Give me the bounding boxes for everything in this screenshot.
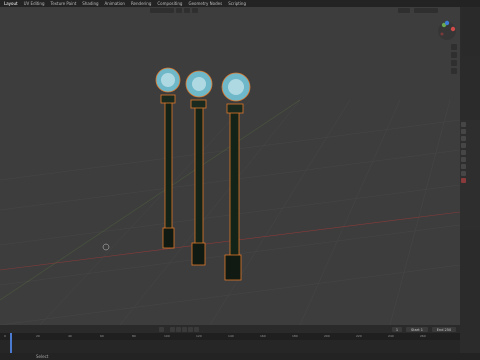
3d-cursor-icon[interactable] bbox=[102, 243, 110, 251]
view-layer-tab-icon[interactable] bbox=[461, 143, 466, 148]
tab-shading[interactable]: Shading bbox=[82, 1, 98, 6]
tab-scripting[interactable]: Scripting bbox=[228, 1, 246, 6]
transform-orientation-dropdown[interactable] bbox=[150, 8, 174, 13]
navigation-gizmo[interactable] bbox=[436, 20, 458, 42]
current-frame-field[interactable]: 1 bbox=[392, 327, 402, 332]
tab-animation[interactable]: Animation bbox=[105, 1, 125, 6]
3d-viewport[interactable] bbox=[0, 7, 460, 325]
tick-label: 260 bbox=[420, 334, 426, 338]
start-frame-field[interactable]: Start 1 bbox=[406, 327, 428, 332]
properties-tabs bbox=[460, 122, 467, 202]
render-tab-icon[interactable] bbox=[461, 129, 466, 134]
tab-rendering[interactable]: Rendering bbox=[131, 1, 151, 6]
tick-label: 0 bbox=[4, 334, 6, 338]
end-frame-field[interactable]: End 250 bbox=[432, 327, 456, 332]
start-label: Start bbox=[411, 327, 420, 332]
overlays-icon[interactable] bbox=[398, 8, 410, 13]
tick-label: 160 bbox=[260, 334, 266, 338]
zoom-icon[interactable] bbox=[451, 44, 457, 50]
street-lamp-2[interactable] bbox=[185, 70, 213, 266]
y-axis-line bbox=[0, 99, 301, 301]
street-lamp-3[interactable] bbox=[221, 72, 251, 281]
next-keyframe-icon[interactable] bbox=[188, 327, 193, 332]
end-value: 250 bbox=[444, 327, 452, 332]
workspace-bar: Layout UV Editing Texture Paint Shading … bbox=[0, 0, 480, 7]
tick-label: 100 bbox=[164, 334, 170, 338]
viewport-scene bbox=[0, 67, 460, 325]
tick-label: 120 bbox=[196, 334, 202, 338]
start-value: 1 bbox=[420, 327, 423, 332]
modifier-tab-icon[interactable] bbox=[461, 171, 466, 176]
tick-label: 40 bbox=[68, 334, 72, 338]
tab-uv-editing[interactable]: UV Editing bbox=[24, 1, 45, 6]
tool-tab-icon[interactable] bbox=[461, 122, 466, 127]
pan-icon[interactable] bbox=[451, 52, 457, 58]
jump-end-icon[interactable] bbox=[194, 327, 199, 332]
play-icon[interactable] bbox=[182, 327, 187, 332]
camera-view-icon[interactable] bbox=[451, 60, 457, 66]
world-tab-icon[interactable] bbox=[461, 157, 466, 162]
outliner[interactable] bbox=[462, 8, 480, 56]
snap-icon[interactable] bbox=[184, 8, 190, 13]
tick-label: 140 bbox=[228, 334, 234, 338]
scene-tab-icon[interactable] bbox=[461, 150, 466, 155]
tab-layout[interactable]: Layout bbox=[4, 1, 18, 6]
status-text: Select bbox=[36, 354, 49, 359]
shading-mode-buttons[interactable] bbox=[414, 8, 438, 13]
play-reverse-icon[interactable] bbox=[176, 327, 181, 332]
tick-label: 80 bbox=[132, 334, 136, 338]
tick-label: 240 bbox=[388, 334, 394, 338]
tick-label: 20 bbox=[36, 334, 40, 338]
tab-compositing[interactable]: Compositing bbox=[157, 1, 182, 6]
output-tab-icon[interactable] bbox=[461, 136, 466, 141]
tab-geometry-nodes[interactable]: Geometry Nodes bbox=[188, 1, 222, 6]
object-tab-icon[interactable] bbox=[461, 164, 466, 169]
material-tab-icon[interactable] bbox=[461, 178, 466, 183]
proportional-edit-icon[interactable] bbox=[192, 8, 198, 13]
prev-keyframe-icon[interactable] bbox=[170, 327, 175, 332]
status-bar bbox=[0, 353, 480, 360]
tick-label: 200 bbox=[324, 334, 330, 338]
tick-label: 220 bbox=[356, 334, 362, 338]
end-label: End bbox=[436, 327, 444, 332]
pivot-icon[interactable] bbox=[176, 8, 182, 13]
timeline-header bbox=[0, 325, 460, 333]
tick-label: 60 bbox=[100, 334, 104, 338]
tick-label: 180 bbox=[292, 334, 298, 338]
ortho-toggle-icon[interactable] bbox=[451, 68, 457, 74]
tab-texture-paint[interactable]: Texture Paint bbox=[50, 1, 76, 6]
street-lamp-1[interactable] bbox=[155, 67, 181, 249]
jump-start-icon[interactable] bbox=[159, 327, 164, 332]
